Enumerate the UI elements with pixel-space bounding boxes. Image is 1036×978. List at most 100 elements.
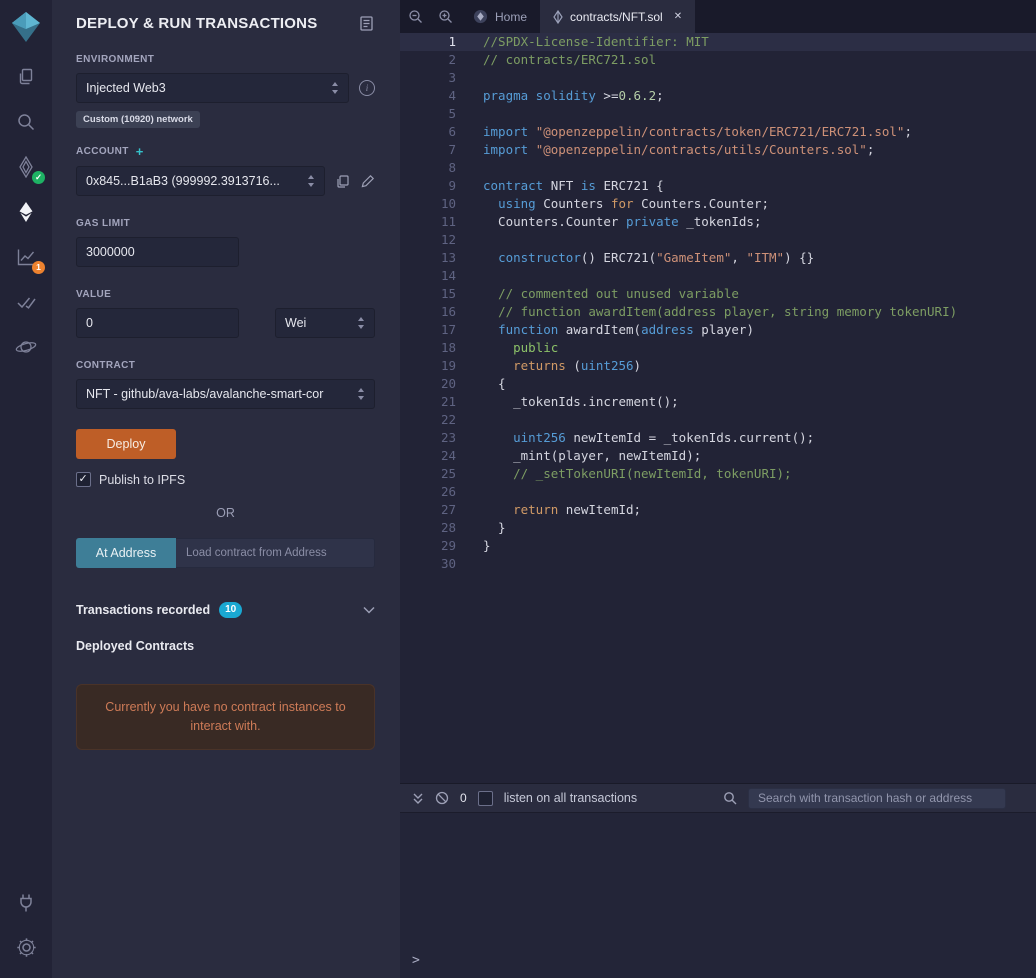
transactions-recorded-label: Transactions recorded [76, 603, 211, 617]
static-analysis-icon[interactable]: 1 [0, 234, 52, 279]
line-number: 28 [440, 520, 456, 535]
contract-label: CONTRACT [76, 360, 136, 371]
remix-ide: ✓ 1 DEPLOY & RUN TRANSACTIONS ENVIRONMEN… [0, 0, 1036, 978]
code-line[interactable]: 4 pragma solidity >=0.6.2; [400, 87, 1036, 105]
code-line[interactable]: 10 using Counters for Counters.Counter; [400, 195, 1036, 213]
publish-ipfs-checkbox[interactable] [76, 472, 91, 487]
listen-transactions-checkbox[interactable] [477, 790, 493, 806]
code-line[interactable]: 13 constructor() ERC721("GameItem", "ITM… [400, 249, 1036, 267]
code-line[interactable]: 15 // commented out unused variable [400, 285, 1036, 303]
panel-title: DEPLOY & RUN TRANSACTIONS [76, 15, 318, 32]
code-line[interactable]: 1//SPDX-License-Identifier: MIT [400, 33, 1036, 51]
code-line[interactable]: 3 [400, 69, 1036, 87]
compile-success-badge: ✓ [32, 171, 45, 184]
account-select[interactable]: 0x845...B1aB3 (999992.3913716... [76, 166, 325, 196]
code-line[interactable]: 30 [400, 555, 1036, 573]
panel-header: DEPLOY & RUN TRANSACTIONS [76, 0, 375, 32]
at-address-input[interactable] [176, 538, 375, 568]
collapse-terminal-icon[interactable] [412, 792, 424, 805]
code-line[interactable]: 11 Counters.Counter private _tokenIds; [400, 213, 1036, 231]
zoom-in-icon[interactable] [430, 0, 460, 33]
code-line[interactable]: 8 [400, 159, 1036, 177]
code-line[interactable]: 16 // function awardItem(address player,… [400, 303, 1036, 321]
code-line[interactable]: 23 uint256 newItemId = _tokenIds.current… [400, 429, 1036, 447]
code-line[interactable]: 26 [400, 483, 1036, 501]
code-line[interactable]: 18 public [400, 339, 1036, 357]
deploy-run-icon[interactable] [0, 189, 52, 234]
transactions-recorded-row[interactable]: Transactions recorded 10 [76, 602, 375, 618]
gas-limit-label: GAS LIMIT [76, 218, 131, 229]
terminal-search-input[interactable] [748, 787, 1006, 809]
code-line[interactable]: 7 import "@openzeppelin/contracts/utils/C… [400, 141, 1036, 159]
line-number: 21 [440, 394, 456, 409]
code-line[interactable]: 21 _tokenIds.increment(); [400, 393, 1036, 411]
line-number: 24 [440, 448, 456, 463]
line-number: 29 [440, 538, 456, 553]
code-line[interactable]: 20 { [400, 375, 1036, 393]
remix-logo-icon[interactable] [9, 10, 43, 44]
solidity-file-icon [553, 9, 563, 24]
file-explorer-icon[interactable] [0, 54, 52, 99]
line-number: 11 [440, 214, 456, 229]
code-line[interactable]: 24 _mint(player, newItemId); [400, 447, 1036, 465]
environment-value: Injected Web3 [86, 81, 166, 95]
edit-account-icon[interactable] [360, 174, 375, 189]
line-number: 14 [440, 268, 456, 283]
deploy-run-panel: DEPLOY & RUN TRANSACTIONS ENVIRONMENT In… [52, 0, 400, 978]
code-line[interactable]: 28 } [400, 519, 1036, 537]
gas-limit-input[interactable] [76, 237, 239, 267]
solidity-unit-testing-icon[interactable] [0, 279, 52, 324]
documentation-icon[interactable] [358, 15, 375, 32]
code-line[interactable]: 19 returns (uint256) [400, 357, 1036, 375]
zoom-out-icon[interactable] [400, 0, 430, 33]
code-lines[interactable]: 1//SPDX-License-Identifier: MIT 2// contr… [400, 33, 1036, 573]
tab-nft-sol[interactable]: contracts/NFT.sol [540, 0, 696, 33]
editor-area: Home contracts/NFT.sol 1//SPDX-License-I… [400, 0, 1036, 978]
value-label: VALUE [76, 289, 112, 300]
line-number: 18 [440, 340, 456, 355]
tab-home[interactable]: Home [460, 0, 540, 33]
select-arrows-icon [357, 388, 365, 400]
plugin-manager-icon[interactable] [0, 880, 52, 925]
code-line[interactable]: 6 import "@openzeppelin/contracts/token/E… [400, 123, 1036, 141]
code-line[interactable]: 25 // _setTokenURI(newItemId, tokenURI); [400, 465, 1036, 483]
account-value: 0x845...B1aB3 (999992.3913716... [86, 174, 280, 188]
select-arrows-icon [331, 82, 339, 94]
code-line[interactable]: 5 [400, 105, 1036, 123]
settings-icon[interactable] [0, 925, 52, 970]
close-tab-icon[interactable] [674, 11, 682, 22]
icon-sidebar: ✓ 1 [0, 0, 52, 978]
plugin-icon[interactable] [0, 324, 52, 369]
clear-console-icon[interactable] [435, 791, 449, 805]
terminal-output[interactable]: > [400, 812, 1036, 978]
analysis-count-badge: 1 [32, 261, 45, 274]
copy-account-icon[interactable] [335, 174, 350, 189]
chevron-down-icon[interactable] [363, 606, 375, 614]
info-icon[interactable] [359, 80, 375, 96]
contract-select[interactable]: NFT - github/ava-labs/avalanche-smart-co… [76, 379, 375, 409]
code-line[interactable]: 12 [400, 231, 1036, 249]
code-line[interactable]: 22 [400, 411, 1036, 429]
code-line[interactable]: 2// contracts/ERC721.sol [400, 51, 1036, 69]
deploy-button[interactable]: Deploy [76, 429, 176, 459]
account-label: ACCOUNT [76, 146, 129, 157]
code-line[interactable]: 29} [400, 537, 1036, 555]
tab-nft-sol-label: contracts/NFT.sol [570, 9, 663, 24]
code-line[interactable]: 9 contract NFT is ERC721 { [400, 177, 1036, 195]
value-unit-select[interactable]: Wei [275, 308, 375, 338]
add-account-icon[interactable] [136, 145, 144, 158]
code-line[interactable]: 14 [400, 267, 1036, 285]
line-number: 5 [448, 106, 456, 121]
select-arrows-icon [307, 175, 315, 187]
line-number: 6 [448, 124, 456, 139]
environment-select[interactable]: Injected Web3 [76, 73, 349, 103]
code-line[interactable]: 17 function awardItem(address player) [400, 321, 1036, 339]
solidity-compiler-icon[interactable]: ✓ [0, 144, 52, 189]
account-label-row: ACCOUNT [76, 145, 375, 158]
code-line[interactable]: 27 return newItemId; [400, 501, 1036, 519]
at-address-button[interactable]: At Address [76, 538, 176, 568]
search-icon[interactable] [0, 99, 52, 144]
value-input[interactable] [76, 308, 239, 338]
line-number: 20 [440, 376, 456, 391]
code-editor[interactable]: 1//SPDX-License-Identifier: MIT 2// contr… [400, 33, 1036, 783]
